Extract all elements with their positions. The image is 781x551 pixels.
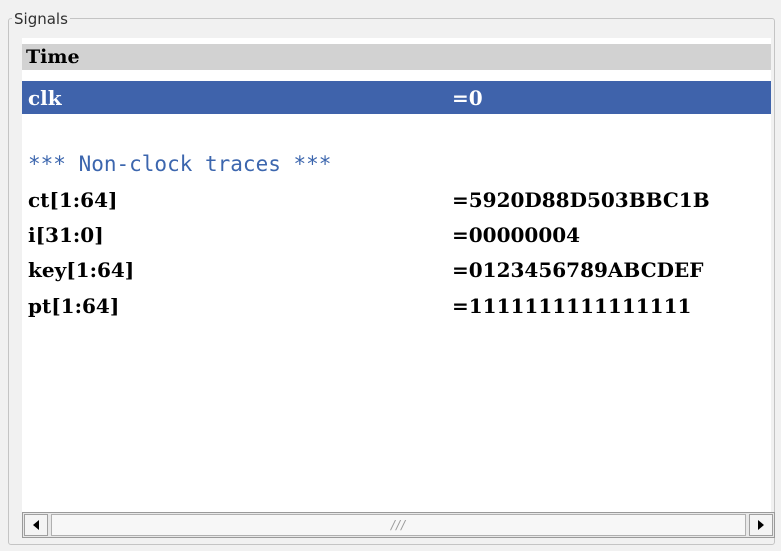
time-header-row[interactable]: Time [22,44,771,70]
horizontal-scrollbar[interactable]: /// [22,512,775,538]
signal-row-key[interactable]: key[1:64] =0123456789ABCDEF [22,253,771,288]
arrow-left-icon [33,520,39,530]
groupbox-title: Signals [12,10,70,28]
signals-list[interactable]: Time clk =0 *** Non-clock traces *** ct[… [22,38,771,512]
signal-value: =00000004 [452,223,581,247]
signal-value: =0 [452,86,483,110]
scroll-left-button[interactable] [24,514,48,536]
scroll-thumb[interactable]: /// [51,514,746,536]
signal-value: =5920D88D503BBC1B [452,188,710,212]
signal-name: key[1:64] [28,258,135,282]
section-label: *** Non-clock traces *** [28,152,332,176]
grip-icon: /// [390,518,407,532]
signal-row-clk[interactable]: clk =0 [22,81,771,114]
scroll-right-button[interactable] [749,514,773,536]
arrow-right-icon [758,520,764,530]
time-label: Time [26,46,80,68]
signal-row-i[interactable]: i[31:0] =00000004 [22,218,771,253]
signal-name: i[31:0] [28,223,104,247]
signal-value: =1111111111111111 [452,294,692,318]
signal-value: =0123456789ABCDEF [452,258,704,282]
section-header-row[interactable]: *** Non-clock traces *** [22,147,771,182]
signal-name: clk [28,86,62,110]
signal-name: ct[1:64] [28,188,118,212]
signal-row-pt[interactable]: pt[1:64] =1111111111111111 [22,289,771,324]
signal-name: pt[1:64] [28,294,120,318]
signal-row-ct[interactable]: ct[1:64] =5920D88D503BBC1B [22,183,771,218]
